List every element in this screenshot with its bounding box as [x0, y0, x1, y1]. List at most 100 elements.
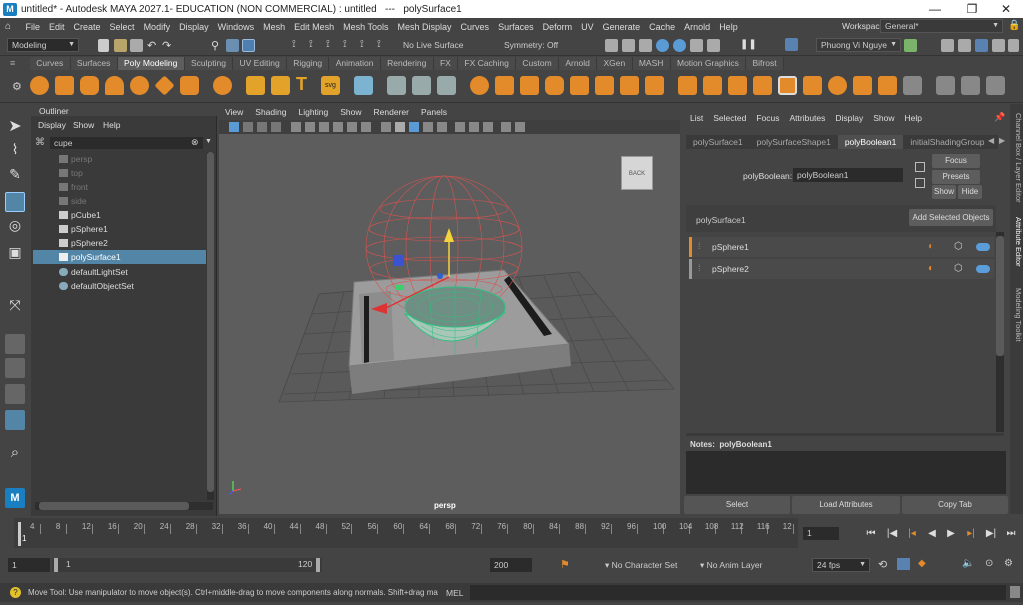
gate-mask-icon[interactable]: [333, 122, 343, 132]
start-time-field[interactable]: 1: [8, 558, 50, 572]
scale-tool-icon[interactable]: ▣: [5, 244, 25, 264]
shelf-tab-fx-caching[interactable]: FX Caching: [458, 57, 517, 70]
shelf-tab-animation[interactable]: Animation: [329, 57, 381, 70]
outliner-item[interactable]: front: [33, 180, 206, 194]
operand-row[interactable]: ⁞ pSphere2 ◐ ⬡: [689, 259, 994, 279]
outliner-item[interactable]: pSphere2: [33, 236, 206, 250]
anim-layer-dropdown[interactable]: ▾ No Anim Layer: [700, 560, 762, 571]
attr-tab-polyboolean1[interactable]: polyBoolean1: [837, 135, 904, 149]
snap-view-icon[interactable]: ⟟: [343, 39, 347, 50]
extrude-icon[interactable]: [678, 76, 697, 95]
viewport-menu-renderer[interactable]: Renderer: [368, 104, 415, 120]
menu-modify[interactable]: Modify: [139, 22, 175, 32]
ambient-occlusion-icon[interactable]: [469, 122, 479, 132]
snap-pivot-icon[interactable]: ⟟: [377, 39, 381, 50]
two-view-icon[interactable]: [5, 384, 25, 404]
attr-menu-help[interactable]: Help: [905, 113, 922, 123]
operation-icon[interactable]: ◐: [928, 241, 934, 252]
pause-icon[interactable]: ❚❚: [740, 39, 757, 50]
uv-editor-icon[interactable]: [936, 76, 955, 95]
viewport-panel[interactable]: BACK persp: [219, 104, 680, 514]
notes-field[interactable]: [686, 451, 1006, 494]
separate-icon[interactable]: [495, 76, 514, 95]
menu-display[interactable]: Display: [175, 22, 214, 32]
command-input[interactable]: [470, 585, 1006, 600]
field-chart-icon[interactable]: [347, 122, 357, 132]
snap-surface-icon[interactable]: ⟟: [360, 39, 364, 50]
menu-help[interactable]: Help: [715, 22, 743, 32]
attr-tab-polysurfaceshape1[interactable]: polySurfaceShape1: [750, 135, 838, 149]
combine-icon[interactable]: [470, 76, 489, 95]
type-grid-icon[interactable]: [354, 76, 373, 95]
crease-tool-icon[interactable]: [903, 76, 922, 95]
attr-menu-attributes[interactable]: Attributes: [789, 113, 825, 123]
bookmark-icon[interactable]: [257, 122, 267, 132]
multi-cut-icon[interactable]: [778, 76, 797, 95]
super-shape-icon[interactable]: [246, 76, 265, 95]
attr-scrollbar[interactable]: [996, 232, 1004, 432]
wireframe-icon[interactable]: [381, 122, 391, 132]
outliner-toggle-icon[interactable]: [992, 39, 1005, 52]
attr-tab-initialshadinggroup[interactable]: initialShadingGroup: [903, 135, 991, 149]
ipr-render-icon[interactable]: [639, 39, 652, 52]
measure-tool-icon[interactable]: [387, 76, 406, 95]
minimize-button[interactable]: —: [918, 0, 952, 18]
shadows-icon[interactable]: [455, 122, 465, 132]
light-editor-icon[interactable]: [707, 39, 720, 52]
cache-playback-icon[interactable]: [897, 558, 910, 570]
polyboolean-name-field[interactable]: polyBoolean1: [793, 168, 903, 182]
planar-map-icon[interactable]: [961, 76, 980, 95]
outliner-search-input[interactable]: cupe: [50, 137, 203, 149]
shelf-tab-poly-modeling[interactable]: Poly Modeling: [117, 57, 185, 70]
attr-menu-focus[interactable]: Focus: [756, 113, 779, 123]
shelf-options-icon[interactable]: ⚙: [12, 80, 22, 93]
attribute-editor-icon[interactable]: [975, 39, 988, 52]
playback-speed-icon[interactable]: ⊙: [985, 558, 993, 569]
paint-select-icon[interactable]: ✎: [5, 166, 25, 186]
lasso-tool-icon[interactable]: ⌇: [5, 141, 25, 161]
render-setup-icon[interactable]: [690, 39, 703, 52]
tab-scroll-right-icon[interactable]: ▶: [999, 136, 1005, 145]
four-view-icon[interactable]: [5, 358, 25, 378]
save-scene-icon[interactable]: [130, 39, 143, 52]
outliner-item[interactable]: top: [33, 166, 206, 180]
viewport-menu-show[interactable]: Show: [334, 104, 367, 120]
viewport-menu-lighting[interactable]: Lighting: [292, 104, 334, 120]
auto-key-icon[interactable]: ⚑: [560, 558, 570, 571]
play-forwards-icon[interactable]: ▶: [944, 528, 958, 540]
offset-edge-loop-icon[interactable]: [853, 76, 872, 95]
outliner-item[interactable]: pSphere1: [33, 222, 206, 236]
xray-icon[interactable]: [515, 122, 525, 132]
attr-tab-polysurface1[interactable]: polySurface1: [686, 135, 750, 149]
render-settings-icon[interactable]: [605, 39, 618, 52]
collapse-icon[interactable]: [878, 76, 897, 95]
outliner-horizontal-scrollbar[interactable]: [35, 502, 213, 510]
menu-create[interactable]: Create: [69, 22, 105, 32]
insert-edge-loop-icon[interactable]: [803, 76, 822, 95]
close-button[interactable]: ✕: [989, 0, 1023, 18]
select-button[interactable]: Select: [684, 496, 790, 514]
shelf-tab-motion-graphics[interactable]: Motion Graphics: [670, 57, 747, 70]
bridge-icon[interactable]: [703, 76, 722, 95]
outliner-menu-display[interactable]: Display: [38, 120, 66, 130]
live-surface-label[interactable]: No Live Surface: [403, 40, 463, 50]
visibility-toggle[interactable]: [976, 265, 990, 273]
copy-tab-button[interactable]: Copy Tab: [902, 496, 1008, 514]
viewport-menu-view[interactable]: View: [219, 104, 249, 120]
outliner-item[interactable]: defaultLightSet: [33, 265, 206, 279]
clear-search-icon[interactable]: ⊗: [191, 137, 199, 148]
mirror-tool-icon[interactable]: [412, 76, 431, 95]
tool-settings-icon[interactable]: [958, 39, 971, 52]
outliner-menu-help[interactable]: Help: [103, 120, 120, 130]
render-frame-icon[interactable]: [622, 39, 635, 52]
snap-curve-icon[interactable]: ⟟: [309, 39, 313, 50]
outliner-vertical-scrollbar[interactable]: [207, 152, 214, 500]
attr-menu-list[interactable]: List: [690, 113, 703, 123]
shelf-tab-custom[interactable]: Custom: [516, 57, 560, 70]
shelf-tab-rigging[interactable]: Rigging: [286, 57, 330, 70]
visibility-toggle[interactable]: [976, 243, 990, 251]
user-dropdown[interactable]: Phuong Vi Nguye ▼: [816, 38, 901, 52]
outliner-view-icon[interactable]: [5, 410, 25, 430]
menu-select[interactable]: Select: [105, 22, 139, 32]
hide-button[interactable]: Hide: [958, 185, 982, 199]
